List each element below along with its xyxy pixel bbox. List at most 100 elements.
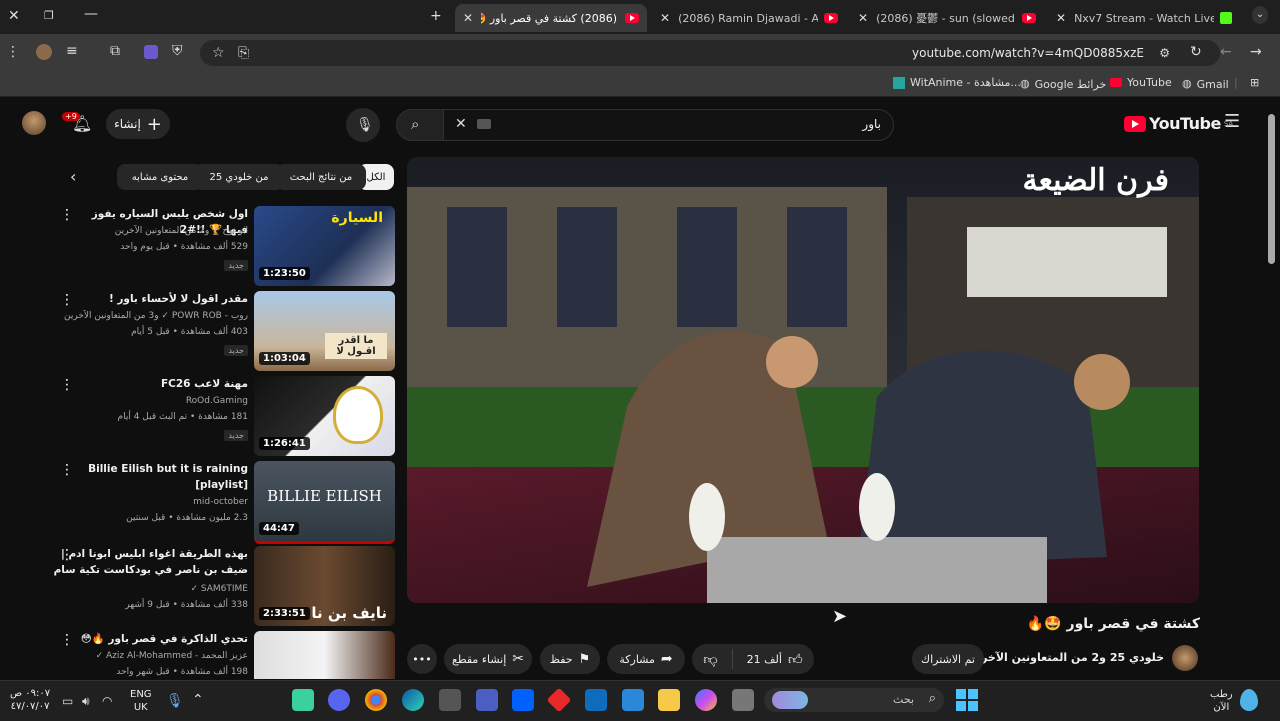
rec-title[interactable]: مهنة لاعب FC26 [68,376,248,392]
forward-icon[interactable]: ← [1220,44,1232,60]
extension-icon[interactable] [144,45,158,59]
list-item[interactable]: ⋮ Billie Eilish but it is raining [playl… [58,461,395,544]
shield-icon[interactable]: ⛨ [172,43,183,59]
app-icon[interactable] [292,689,314,711]
url-bar[interactable]: ☆ ⎘ youtube.com/watch?v=4mQD0885xzE ⚙ [200,40,1220,66]
outlook-icon[interactable] [585,689,607,711]
channel-avatar[interactable] [1172,645,1198,671]
list-item[interactable]: ⋮ مقدر اقول لا لأحساء باور ! روب - POWR … [60,291,395,373]
search-input[interactable]: باور [862,117,881,131]
chip-search-results[interactable]: من نتائج البحث [276,164,366,190]
wifi-icon[interactable]: ◠ [102,693,112,709]
back-icon[interactable]: → [1250,44,1262,60]
video-player[interactable]: فرن الضيعة [407,157,1199,603]
apps-grid-icon[interactable]: ⊞ [1250,76,1259,89]
profile-avatar-icon[interactable] [36,44,52,60]
scrollbar[interactable] [1265,100,1280,680]
thumbnail[interactable] [254,631,395,679]
tab-search-icon[interactable]: ⌄ [1252,6,1268,24]
tab-4[interactable]: ✕ Nxv7 Stream - Watch Live on Ki [1048,4,1238,32]
chevron-left-icon[interactable]: ‹ [70,169,76,185]
bookmark-maps[interactable]: ◍ Google خرائط [1020,76,1106,92]
file-explorer-icon[interactable] [658,689,680,711]
clear-search-icon[interactable]: ✕ [455,116,467,132]
subscribed-button[interactable]: تم الاشتراك [912,644,984,674]
list-item[interactable]: ⋮ تحدي الذاكرة في قصر باور 🔥😳 عزيز المحم… [60,631,395,679]
new-tab-icon[interactable]: + [430,8,442,24]
youtube-logo[interactable]: YouTube SA [1124,114,1233,133]
channel-name[interactable]: خلودي 25 و2 من المتعاونين الآخرين [967,651,1164,664]
search-box[interactable]: ✕ باور [440,109,894,141]
like-count[interactable]: 21 ألف [747,653,782,666]
tab-close-icon[interactable]: ✕ [463,11,473,25]
rec-title[interactable]: Billie Eilish but it is raining [playlis… [68,461,248,493]
site-settings-icon[interactable]: ⚙ [1159,45,1170,61]
rec-channel[interactable]: ابو نوح ✓ و2 من المتعاونين الآخرين [58,226,248,236]
voice-search-button[interactable]: 🎙 [346,108,380,142]
thumbnail[interactable]: 1:26:41 [254,376,395,456]
rec-title[interactable]: تحدي الذاكرة في قصر باور 🔥😳 [68,631,248,647]
create-button[interactable]: إنشاء + [106,109,170,139]
dislike-icon[interactable]: 👎︎ [703,651,717,668]
reading-list-icon[interactable]: ≡ [66,43,78,59]
extensions-icon[interactable]: ⧉ [110,43,120,59]
list-item[interactable]: ⋮ مهنة لاعب FC26 RoOd.Gaming 181 مشاهدة … [60,376,395,458]
chevron-up-icon[interactable]: ⌃ [192,692,204,708]
thumbnail[interactable]: BILLIE EILISH 44:47 [254,461,395,544]
start-button[interactable] [956,689,978,711]
rec-channel[interactable]: عزيز المحمد - Aziz Al-Mohammed ✓ [60,651,248,661]
tab-3[interactable]: ✕ (2086) 憂鬱 - sun (slowed + rev [850,4,1042,32]
tab-close-icon[interactable]: ✕ [858,11,868,25]
weather-widget[interactable]: رطب الآن [1210,688,1233,714]
rec-channel[interactable]: روب - POWR ROB ✓ و3 من المتعاونين الآخري… [58,311,248,321]
rec-channel[interactable]: mid-october [58,497,248,507]
thumbnail[interactable]: السيارة 1:23:50 [254,206,395,286]
list-item[interactable]: ⋮ بهذه الطريقة اغواء ابليس ابونا ادم | ض… [54,546,395,628]
account-avatar[interactable] [22,111,46,135]
search-button[interactable]: ⌕ [396,109,444,141]
tab-active[interactable]: ✕ (2086) كشتة في قصر باور 🤩🔥 [455,4,647,32]
chip-related[interactable]: محتوى مشابه [117,164,203,190]
task-view-icon[interactable] [732,689,754,711]
chrome-icon[interactable] [365,689,387,711]
minimize-window-icon[interactable]: — [84,6,98,22]
bookmark-witanime[interactable]: WitAnime - مشاهدة... [893,76,1021,89]
tab-close-icon[interactable]: ✕ [1056,11,1066,25]
rec-title[interactable]: بهذه الطريقة اغواء ابليس ابونا ادم | ضيف… [48,546,248,578]
share-button[interactable]: مشاركة ➦ [607,644,685,674]
discord-icon[interactable] [328,689,350,711]
rec-channel[interactable]: SAM6TIME ✓ [58,584,248,594]
bookmark-youtube[interactable]: YouTube [1110,76,1172,89]
scrollbar-thumb[interactable] [1268,114,1275,264]
list-item[interactable]: ⋮ اول شخص يلبس السياره يفوز فيها 🏆 !!#2 … [60,206,395,288]
dropbox-icon[interactable] [512,689,534,711]
battery-icon[interactable]: ▭ [62,693,73,709]
menu-dots-icon[interactable]: ⋮ [6,44,20,60]
bookmark-gmail[interactable]: ◍ Gmail [1182,76,1229,92]
store-icon[interactable] [622,689,644,711]
thumbnail[interactable]: ما اقدر اقـول لا 1:03:04 [254,291,395,371]
copilot-icon[interactable] [695,689,717,711]
rec-title[interactable]: مقدر اقول لا لأحساء باور ! [68,291,248,307]
taskbar-search[interactable]: بحث ⌕ [764,688,944,712]
like-icon[interactable]: 👍︎ [788,651,803,668]
more-actions-button[interactable]: ••• [407,644,437,674]
tab-2[interactable]: ✕ (2086) Ramin Djawadi - A Song [652,4,844,32]
keyboard-icon[interactable] [477,119,491,129]
volume-icon[interactable]: 🔊︎ [82,693,90,709]
cast-icon[interactable]: ⎘ [238,45,249,61]
edge-icon[interactable] [402,689,424,711]
rec-channel[interactable]: RoOd.Gaming [58,396,248,406]
chip-channel[interactable]: من خلودي 25 [194,164,284,190]
clip-button[interactable]: إنشاء مقطع ✂ [444,644,532,674]
close-window-icon[interactable]: ✕ [8,8,20,24]
bookmark-star-icon[interactable]: ☆ [212,45,225,61]
save-button[interactable]: حفظ ⚑ [540,644,600,674]
restore-window-icon[interactable]: ❐ [44,8,54,24]
clock[interactable]: ٠٩:٠٧ ص ٤٧/٠٧/٠٧ [10,687,50,713]
mic-icon[interactable]: 🎙 [166,693,184,709]
tab-close-icon[interactable]: ✕ [660,11,670,25]
thumbnail[interactable]: نايف بن نا 2:33:51 [254,546,395,626]
app-icon[interactable] [476,689,498,711]
app-icon[interactable] [439,689,461,711]
